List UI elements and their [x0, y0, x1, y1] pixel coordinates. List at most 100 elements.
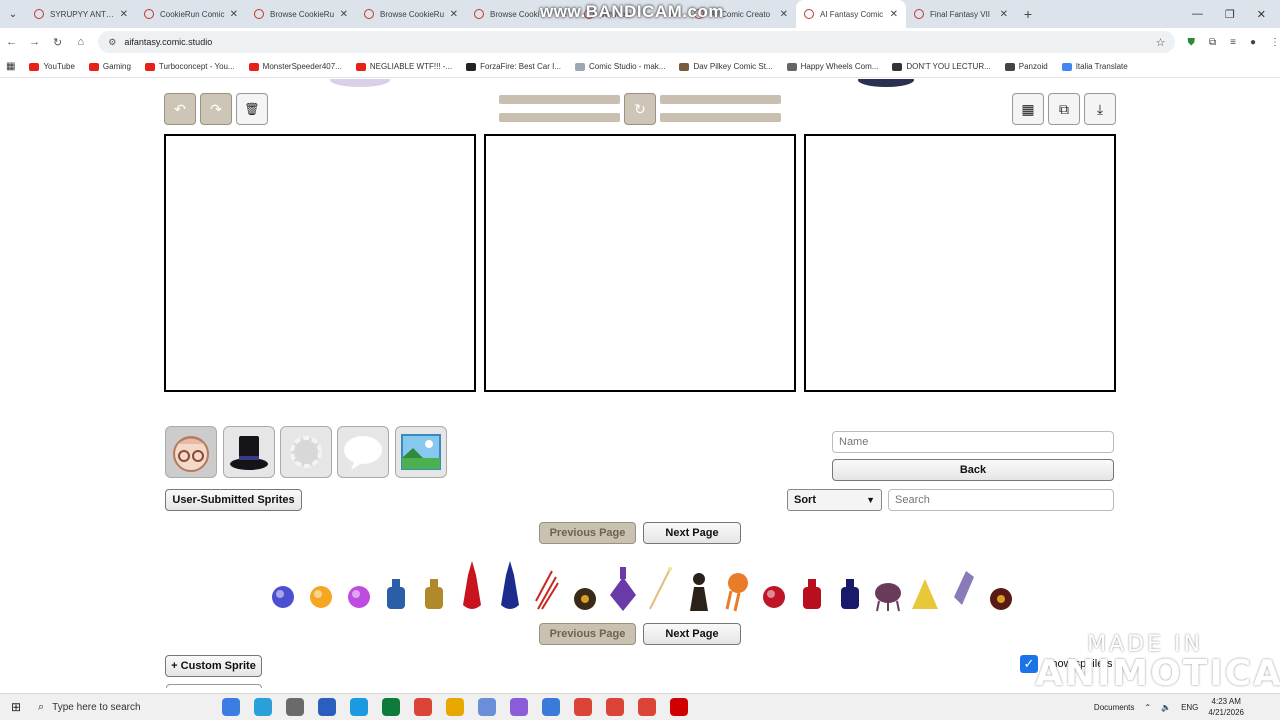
language-label[interactable]: ENG — [1181, 703, 1198, 712]
volume-icon[interactable]: 🔈 — [1161, 703, 1171, 712]
tab-close-icon[interactable]: ✕ — [890, 9, 898, 20]
windows-start-icon[interactable]: ⊞ — [0, 700, 32, 714]
bookmark-item[interactable]: YouTube — [29, 62, 75, 71]
sprite-blue-potion[interactable] — [381, 559, 411, 613]
tab-close-icon[interactable]: ✕ — [120, 9, 128, 20]
back-button[interactable]: Back — [832, 459, 1114, 481]
sprite-red-fork[interactable] — [532, 559, 562, 613]
sprite-dark-ball[interactable] — [570, 559, 600, 613]
browser-tab[interactable]: Browse CookieRu ✕ — [246, 0, 356, 28]
taskbar-search[interactable]: ⌕ Type here to search — [32, 696, 192, 718]
download-button[interactable]: ⤓ — [1084, 93, 1116, 125]
bookmark-item[interactable]: Comic Studio - mak... — [574, 62, 665, 71]
close-window-icon[interactable]: ✕ — [1257, 8, 1266, 21]
taskbar-app-icon[interactable] — [542, 698, 560, 716]
url-field[interactable]: ⚙ aifantasy.comic.studio ☆ — [98, 31, 1176, 53]
name-field[interactable] — [832, 431, 1114, 453]
bookmark-item[interactable]: Italia Translate — [1061, 62, 1128, 71]
sprite-gold-potion[interactable] — [419, 559, 449, 613]
minimize-icon[interactable]: — — [1192, 8, 1203, 21]
user-sprites-button[interactable]: User-Submitted Sprites — [165, 489, 302, 511]
sprite-octopus[interactable] — [873, 559, 903, 613]
tray-documents-label[interactable]: Documents — [1094, 703, 1134, 712]
taskbar-app-icon[interactable] — [414, 698, 432, 716]
sprite-blue-orb[interactable] — [268, 559, 298, 613]
taskbar-app-icon[interactable] — [382, 698, 400, 716]
apps-grid-icon[interactable]: ▦ — [6, 61, 15, 72]
search-input[interactable] — [888, 489, 1114, 511]
extensions-puzzle-icon[interactable]: ⧉ — [1209, 37, 1216, 48]
taskbar-app-icon[interactable] — [350, 698, 368, 716]
taskbar-app-icon[interactable] — [318, 698, 336, 716]
taskbar-app-icon[interactable] — [606, 698, 624, 716]
taskbar-app-icon[interactable] — [670, 698, 688, 716]
reload-icon[interactable]: ↻ — [46, 36, 69, 49]
bookmark-item[interactable]: MonsterSpeeder407... — [248, 62, 342, 71]
sprite-orange-creature[interactable] — [721, 559, 751, 613]
taskbar-app-icon[interactable] — [446, 698, 464, 716]
regenerate-button[interactable]: ↻ — [624, 93, 656, 125]
taskbar-app-icon[interactable] — [510, 698, 528, 716]
bookmark-item[interactable]: Turboconcept - You... — [144, 62, 235, 71]
bookmark-item[interactable]: Dav Pilkey Comic St... — [679, 62, 773, 71]
extension-shield-icon[interactable]: ⛊ — [1187, 37, 1195, 48]
category-backgrounds[interactable] — [395, 426, 447, 478]
new-tab-button[interactable]: + — [1016, 6, 1040, 22]
previous-page-button-bottom[interactable]: Previous Page — [539, 623, 636, 645]
sort-select[interactable]: Sort ▼ — [787, 489, 882, 511]
next-page-button[interactable]: Next Page — [643, 522, 741, 544]
home-icon[interactable]: ⌂ — [69, 36, 92, 48]
comic-panel-1[interactable] — [164, 134, 476, 392]
bookmark-item[interactable]: Happy Wheels Com... — [786, 62, 878, 71]
taskbar-app-icon[interactable] — [222, 698, 240, 716]
category-characters[interactable] — [165, 426, 217, 478]
browser-tab[interactable]: AI Fantasy Comic ✕ — [796, 0, 906, 28]
sprite-bomb[interactable] — [986, 559, 1016, 613]
browser-tab[interactable]: Browse CookieRu ✕ — [356, 0, 466, 28]
sprite-red-potion[interactable] — [457, 559, 487, 613]
next-page-button-bottom[interactable]: Next Page — [643, 623, 741, 645]
category-effects[interactable] — [280, 426, 332, 478]
previous-page-button[interactable]: Previous Page — [539, 522, 636, 544]
show-spoilers-toggle[interactable]: ✓ Show spoilers — [1020, 655, 1112, 673]
sprite-purple-orb[interactable] — [344, 559, 374, 613]
bookmark-star-icon[interactable]: ☆ — [1156, 36, 1166, 49]
redo-button[interactable]: ↷ — [200, 93, 232, 125]
sprite-yellow-tent[interactable] — [910, 559, 940, 613]
layout-button[interactable]: ▦ — [1012, 93, 1044, 125]
forward-nav-icon[interactable]: → — [23, 36, 46, 48]
media-icon[interactable]: ≡ — [1230, 37, 1236, 48]
taskbar-app-icon[interactable] — [254, 698, 272, 716]
browser-tab[interactable]: Final Fantasy VII ✕ — [906, 0, 1016, 28]
sprite-crystal[interactable] — [948, 559, 978, 613]
restore-icon[interactable]: ❐ — [1225, 8, 1235, 21]
tab-search-chevron-icon[interactable]: ⌄ — [0, 0, 26, 28]
comic-panel-2[interactable] — [484, 134, 796, 392]
undo-button[interactable]: ↶ — [164, 93, 196, 125]
tab-close-icon[interactable]: ✕ — [780, 9, 788, 20]
profile-avatar-icon[interactable]: ● — [1250, 37, 1256, 48]
bookmark-item[interactable]: Panzoid — [1004, 62, 1048, 71]
taskbar-app-icon[interactable] — [478, 698, 496, 716]
site-info-icon[interactable]: ⚙ — [108, 37, 116, 48]
tab-close-icon[interactable]: ✕ — [230, 9, 238, 20]
custom-sprite-button[interactable]: + Custom Sprite — [165, 655, 262, 677]
taskbar-app-icon[interactable] — [638, 698, 656, 716]
delete-button[interactable]: 🗑 — [236, 93, 268, 125]
bookmark-item[interactable]: DON'T YOU LECTUR... — [892, 62, 991, 71]
sprite-navy-bottle[interactable] — [835, 559, 865, 613]
sprite-violet-flask[interactable] — [608, 559, 638, 613]
category-speech[interactable] — [337, 426, 389, 478]
sprite-wand[interactable] — [646, 559, 676, 613]
sprite-orange-orb[interactable] — [306, 559, 336, 613]
tab-close-icon[interactable]: ✕ — [1000, 9, 1008, 20]
tab-close-icon[interactable]: ✕ — [340, 9, 348, 20]
browser-tab[interactable]: CookieRun Comic ✕ — [136, 0, 246, 28]
duplicate-button[interactable]: ⧉ — [1048, 93, 1080, 125]
back-nav-icon[interactable]: ← — [0, 36, 23, 48]
tab-close-icon[interactable]: ✕ — [450, 9, 458, 20]
taskbar-app-icon[interactable] — [574, 698, 592, 716]
bookmark-item[interactable]: ForzaFire: Best Car I... — [466, 62, 561, 71]
sprite-moon-potion[interactable] — [495, 559, 525, 613]
taskbar-app-icon[interactable] — [286, 698, 304, 716]
